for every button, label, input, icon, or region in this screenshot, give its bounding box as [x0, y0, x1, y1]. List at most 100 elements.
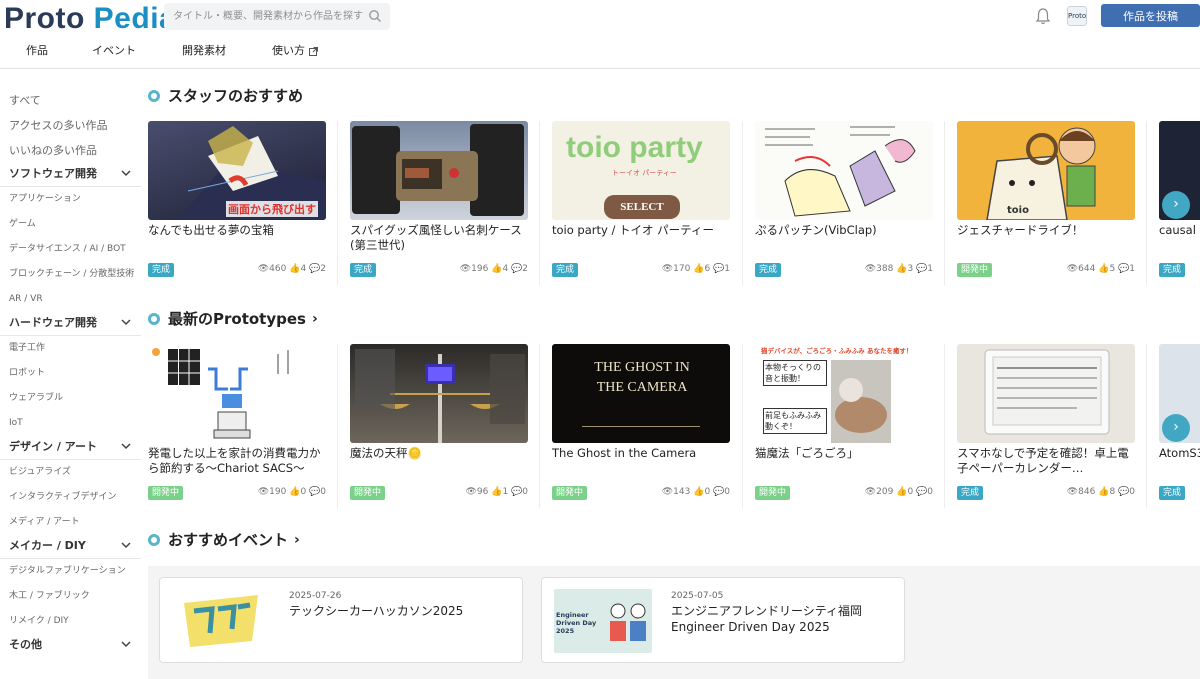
project-card[interactable]: スマホなしで予定を確認！卓上電子ペーパーカレンダー… 完成 👁846 👍8 💬0	[944, 344, 1135, 508]
chevron-down-icon	[121, 170, 131, 177]
view-count: 209	[876, 487, 894, 497]
project-title: ジェスチャードライブ！	[957, 223, 1084, 237]
chevron-right-icon: ›	[1173, 196, 1179, 212]
latest-cards-row: 発電した以上を家計の消費電力から節約する〜Chariot SACS〜 開発中 👁…	[148, 344, 1200, 508]
project-thumbnail	[148, 344, 326, 443]
thumbnail-title: toio party	[566, 131, 703, 164]
project-stats: 👁96 👍1 💬0	[465, 487, 528, 497]
project-title: causal 花火_掲	[1159, 223, 1200, 237]
sidebar-item-woodwork[interactable]: 木工 / ファブリック	[0, 584, 141, 609]
bell-icon[interactable]	[1035, 7, 1051, 25]
solar-diagram	[152, 348, 289, 439]
sidebar-item-application[interactable]: アプリケーション	[0, 187, 141, 212]
status-badge: 開発中	[755, 486, 791, 500]
project-card[interactable]: スパイグッズ風怪しい名刺ケース(第三世代) 完成 👁196 👍4 💬2	[337, 121, 528, 285]
thumbs-up-icon: 👍	[896, 487, 908, 497]
sidebar-item-digital-fab[interactable]: デジタルファブリケーション	[0, 559, 141, 584]
project-thumbnail	[957, 344, 1135, 443]
card-divider	[337, 344, 338, 508]
comment-count: 0	[1129, 487, 1135, 497]
sidebar-item-remake[interactable]: リメイク / DIY	[0, 609, 141, 634]
nav-works[interactable]: 作品	[26, 43, 48, 63]
event-date: 2025-07-05	[671, 591, 724, 601]
chevron-down-icon	[121, 443, 131, 450]
project-card[interactable]: 発電した以上を家計の消費電力から節約する〜Chariot SACS〜 開発中 👁…	[148, 344, 326, 508]
sidebar-item-media-art[interactable]: メディア / アート	[0, 510, 141, 535]
sidebar-category-hardware[interactable]: ハードウェア開発	[0, 312, 141, 336]
like-count: 8	[1109, 487, 1116, 497]
section-title-text: スタッフのおすすめ	[168, 87, 304, 105]
project-card[interactable]: 画面から飛び出す なんでも出せる夢の宝箱 完成 👁460 👍4 💬2	[148, 121, 326, 285]
eye-icon: 👁	[1066, 264, 1079, 274]
nav-howto[interactable]: 使い方	[272, 43, 318, 63]
project-card[interactable]: 魔法の天秤🪙 開発中 👁96 👍1 💬0	[337, 344, 528, 508]
event-card[interactable]: 2025-07-26 テックシーカーハッカソン2025	[159, 577, 523, 663]
sidebar-category-design-art[interactable]: デザイン / アート	[0, 436, 141, 460]
view-count: 846	[1078, 487, 1096, 497]
like-count: 4	[300, 264, 307, 274]
protopedia-logo[interactable]: Proto Pedia	[4, 2, 176, 36]
like-count: 4	[502, 264, 509, 274]
sidebar-item-game[interactable]: ゲーム	[0, 212, 141, 237]
project-card[interactable]: THE GHOST IN THE CAMERA The Ghost in the…	[539, 344, 730, 508]
sidebar-item-most-accessed[interactable]: アクセスの多い作品	[0, 113, 141, 138]
avatar[interactable]: Proto	[1067, 6, 1087, 26]
nav-events[interactable]: イベント	[92, 43, 136, 63]
chevron-down-icon	[121, 319, 131, 326]
project-thumbnail	[350, 344, 528, 443]
post-work-button[interactable]: 作品を投稿	[1101, 4, 1200, 27]
eye-icon: 👁	[864, 264, 877, 274]
search-input[interactable]	[164, 3, 364, 30]
thumbs-up-icon: 👍	[289, 264, 301, 274]
carousel-next-button[interactable]: ›	[1162, 414, 1190, 442]
sidebar-item-interactive-design[interactable]: インタラクティブデザイン	[0, 485, 141, 510]
card-divider	[944, 344, 945, 508]
thumbs-up-icon: 👍	[491, 264, 503, 274]
sidebar-item-all[interactable]: すべて	[0, 88, 141, 113]
section-title-latest[interactable]: 最新のPrototypes ›	[148, 309, 318, 329]
sidebar-item-visualize[interactable]: ビジュアライズ	[0, 460, 141, 485]
sidebar-category-software[interactable]: ソフトウェア開発	[0, 163, 141, 187]
thumbnail-caption-a: 本物そっくりの音と振動！	[763, 360, 827, 386]
sidebar-item-ar-vr[interactable]: AR / VR	[0, 287, 141, 312]
carousel-next-button[interactable]: ›	[1162, 191, 1190, 219]
project-title: toio party / トイオ パーティー	[552, 223, 714, 237]
sidebar-item-robot[interactable]: ロボット	[0, 361, 141, 386]
sidebar-item-most-liked[interactable]: いいねの多い作品	[0, 138, 141, 163]
staff-cards-row: 画面から飛び出す なんでも出せる夢の宝箱 完成 👁460 👍4 💬2 スパイグッ…	[148, 121, 1200, 285]
sidebar-item-data-science[interactable]: データサイエンス / AI / BOT	[0, 237, 141, 262]
thumbs-up-icon: 👍	[289, 487, 301, 497]
sidebar-item-blockchain[interactable]: ブロックチェーン / 分散型技術	[0, 262, 141, 287]
project-thumbnail: toio party トーイオ パーティー SELECT	[552, 121, 730, 220]
project-card[interactable]: 猫デバイスが、ごろごろ・ふみふみ あなたを癒す！ 本物そっくりの音と振動！ 前足…	[742, 344, 933, 508]
event-thumbnail-caption: Engineer Driven Day 2025	[556, 611, 597, 635]
comment-count: 2	[320, 264, 326, 274]
card-divider	[1146, 121, 1147, 285]
sidebar-item-electronics[interactable]: 電子工作	[0, 336, 141, 361]
category-label: メイカー / DIY	[9, 539, 86, 552]
sidebar-category-maker-diy[interactable]: メイカー / DIY	[0, 535, 141, 559]
thumbnail-select-label: SELECT	[604, 195, 680, 219]
sidebar-category-other[interactable]: その他	[0, 634, 141, 658]
status-badge: 完成	[755, 263, 782, 277]
project-card[interactable]: ぷるパッチン(VibClap) 完成 👁388 👍3 💬1	[742, 121, 933, 285]
card-divider	[742, 121, 743, 285]
thumbnail-caption-b: 前足もふみふみ動くぞ！	[763, 408, 827, 434]
search-icon[interactable]	[368, 9, 382, 23]
section-title-events[interactable]: おすすめイベント ›	[148, 530, 300, 550]
nav-dev-materials[interactable]: 開発素材	[182, 43, 226, 63]
chevron-right-icon: ›	[311, 311, 318, 327]
project-title: The Ghost in the Camera	[552, 446, 697, 460]
project-card[interactable]: toio party トーイオ パーティー SELECT toio party …	[539, 121, 730, 285]
sidebar-item-iot[interactable]: IoT	[0, 411, 141, 436]
event-card[interactable]: Engineer Driven Day 2025 2025-07-05 エンジニ…	[541, 577, 905, 663]
sidebar-item-wearable[interactable]: ウェアラブル	[0, 386, 141, 411]
project-card[interactable]: toio ジェスチャードライブ！ 開発中 👁644 👍5 💬1	[944, 121, 1135, 285]
external-link-icon	[309, 46, 318, 56]
status-badge: 完成	[957, 486, 984, 500]
event-title: テックシーカーハッカソン2025	[289, 604, 464, 618]
section-title-text: 最新のPrototypes	[168, 310, 306, 328]
nav-howto-label: 使い方	[272, 44, 305, 57]
thumbnail-subtitle: トーイオ パーティー	[612, 169, 677, 177]
comment-count: 0	[724, 487, 730, 497]
